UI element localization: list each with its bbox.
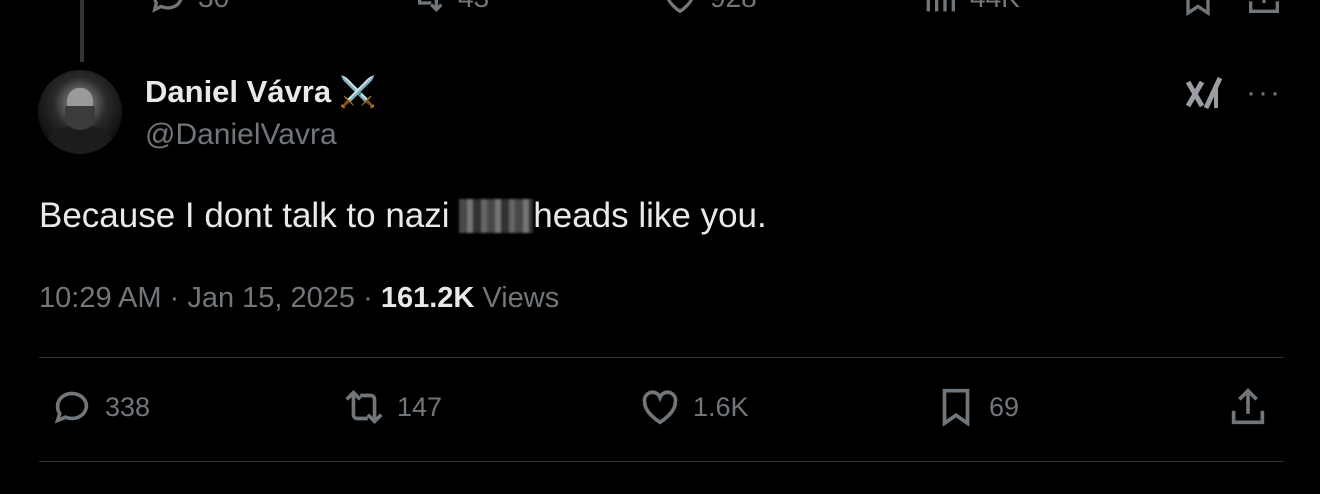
share-icon xyxy=(1231,388,1265,425)
bookmark-icon xyxy=(1186,0,1210,17)
share-button[interactable] xyxy=(1225,384,1271,430)
divider-top xyxy=(39,357,1284,358)
thread-connector-line xyxy=(80,0,84,62)
tweet-action-bar: 338 147 1.6K 69 xyxy=(39,384,1284,436)
share-icon xyxy=(1249,0,1279,13)
bookmark-count: 69 xyxy=(989,391,1020,422)
prev-bookmark-button[interactable] xyxy=(1178,0,1218,18)
reply-count: 338 xyxy=(105,391,151,422)
retweet-button[interactable]: 147 xyxy=(341,384,442,430)
author-name-row[interactable]: Daniel Vávra ⚔️ xyxy=(145,74,376,110)
censored-word-blur xyxy=(459,199,534,233)
retweet-icon xyxy=(418,0,443,13)
more-options-icon[interactable]: ··· xyxy=(1246,76,1282,110)
prev-share-button[interactable] xyxy=(1244,0,1284,18)
retweet-count: 147 xyxy=(397,391,443,422)
crossed-swords-icon: ⚔️ xyxy=(339,75,377,109)
prev-retweet-count: 43 xyxy=(458,0,489,14)
grok-icon[interactable] xyxy=(1186,76,1224,110)
prev-like-button[interactable]: 928 xyxy=(660,0,757,18)
tweet-text-before: Because I dont talk to nazi xyxy=(39,196,460,235)
retweet-icon xyxy=(345,390,383,424)
previous-tweet-actions: 30 43 928 44K xyxy=(0,0,1320,18)
author-name[interactable]: Daniel Vávra xyxy=(145,74,331,110)
prev-views-button[interactable]: 44K xyxy=(920,0,1020,18)
tweet-text-after: heads like you. xyxy=(533,196,767,235)
tweet-meta: 10:29 AM · Jan 15, 2025 · 161.2K Views xyxy=(39,282,559,315)
prev-reply-count: 30 xyxy=(198,0,229,14)
meta-separator: · xyxy=(363,282,373,314)
reply-icon xyxy=(152,0,183,13)
like-button[interactable]: 1.6K xyxy=(637,384,749,430)
views-icon xyxy=(926,0,955,12)
views-count: 161.2K xyxy=(380,282,475,314)
tweet-date[interactable]: Jan 15, 2025 xyxy=(187,282,355,314)
divider-bottom xyxy=(39,461,1284,462)
author-handle[interactable]: @DanielVavra xyxy=(145,118,337,152)
reply-button[interactable]: 338 xyxy=(49,384,150,430)
prev-like-count: 928 xyxy=(710,0,757,14)
heart-icon xyxy=(642,390,678,425)
reply-icon xyxy=(54,391,89,424)
prev-retweet-button[interactable]: 43 xyxy=(408,0,489,18)
bookmark-icon xyxy=(942,388,970,427)
prev-reply-button[interactable]: 30 xyxy=(148,0,229,18)
like-icon xyxy=(666,0,694,14)
tweet-time[interactable]: 10:29 AM xyxy=(39,282,162,314)
prev-views-count: 44K xyxy=(970,0,1020,14)
tweet-text: Because I dont talk to nazi heads like y… xyxy=(39,196,767,236)
bookmark-button[interactable]: 69 xyxy=(933,384,1019,430)
meta-separator: · xyxy=(169,282,180,314)
avatar[interactable] xyxy=(38,70,122,154)
like-count: 1.6K xyxy=(693,391,749,422)
views-label: Views xyxy=(482,282,560,314)
